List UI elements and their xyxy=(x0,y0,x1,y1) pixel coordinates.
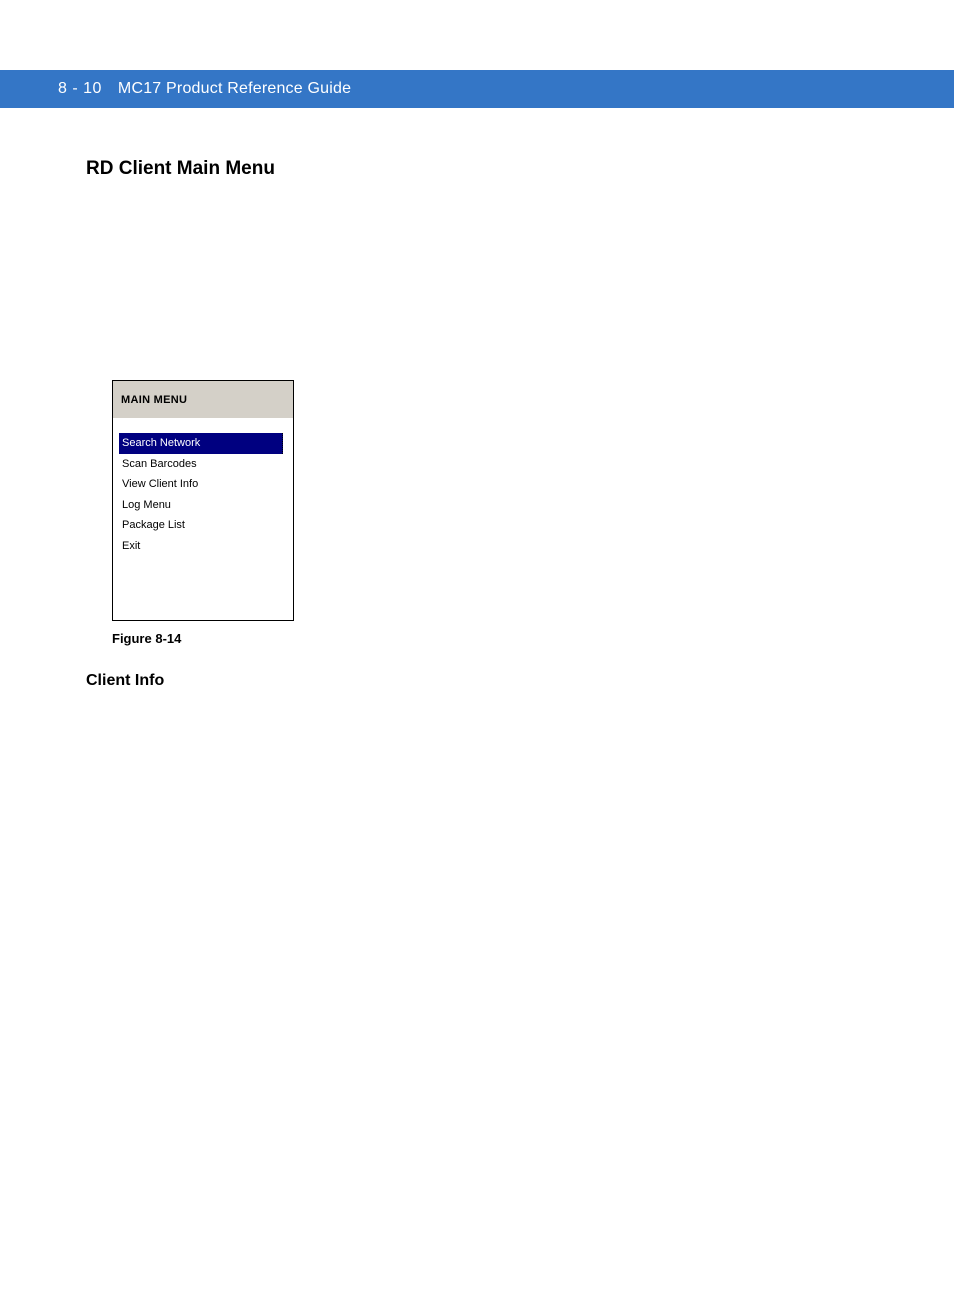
page-header-band: 8 - 10 MC17 Product Reference Guide xyxy=(0,70,954,108)
page-number: 8 - 10 xyxy=(58,80,102,98)
subsection-heading: Client Info xyxy=(86,672,954,690)
menu-item-search-network[interactable]: Search Network xyxy=(119,433,283,454)
section-heading: RD Client Main Menu xyxy=(86,158,954,180)
menu-item-view-client-info[interactable]: View Client Info xyxy=(119,474,287,495)
device-menu-body: Search Network Scan Barcodes View Client… xyxy=(113,419,293,620)
menu-item-package-list[interactable]: Package List xyxy=(119,515,287,536)
device-window: MAIN MENU Search Network Scan Barcodes V… xyxy=(112,380,294,621)
document-title: MC17 Product Reference Guide xyxy=(118,80,351,98)
menu-item-scan-barcodes[interactable]: Scan Barcodes xyxy=(119,454,287,475)
figure-caption: Figure 8-14 xyxy=(112,631,954,646)
device-title: MAIN MENU xyxy=(121,394,187,406)
device-titlebar: MAIN MENU xyxy=(113,381,293,419)
page-content: RD Client Main Menu MAIN MENU Search Net… xyxy=(0,108,954,690)
menu-item-exit[interactable]: Exit xyxy=(119,536,287,557)
menu-item-log-menu[interactable]: Log Menu xyxy=(119,495,287,516)
